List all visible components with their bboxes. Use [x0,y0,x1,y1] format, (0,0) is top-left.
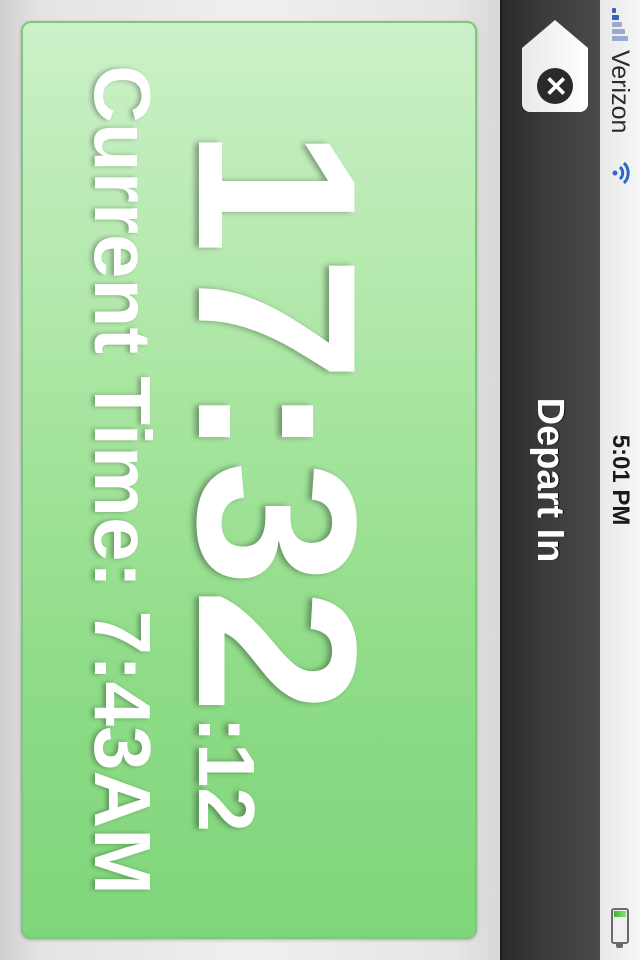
countdown-seconds: :12 [182,716,271,832]
page-title: Depart In [529,397,571,563]
carrier-name: Verizon [606,50,634,134]
signal-bars-icon [612,8,628,46]
current-time-line: Current Time: 7:43AM [78,0,167,960]
wifi-icon [601,160,634,186]
countdown-display: 17:32:12 [151,0,404,960]
battery-fill [614,911,626,917]
battery-icon [611,908,629,944]
current-time-value: 7:43AM [78,610,167,895]
countdown-hours-minutes: 17:32 [151,128,404,717]
current-time-label: Current Time: [78,65,167,589]
rotated-content: Verizon 5:01 PM Depart In ✕ 17:32:12 Cur… [0,0,640,960]
status-time: 5:01 PM [607,434,634,526]
close-icon: ✕ [537,68,573,104]
